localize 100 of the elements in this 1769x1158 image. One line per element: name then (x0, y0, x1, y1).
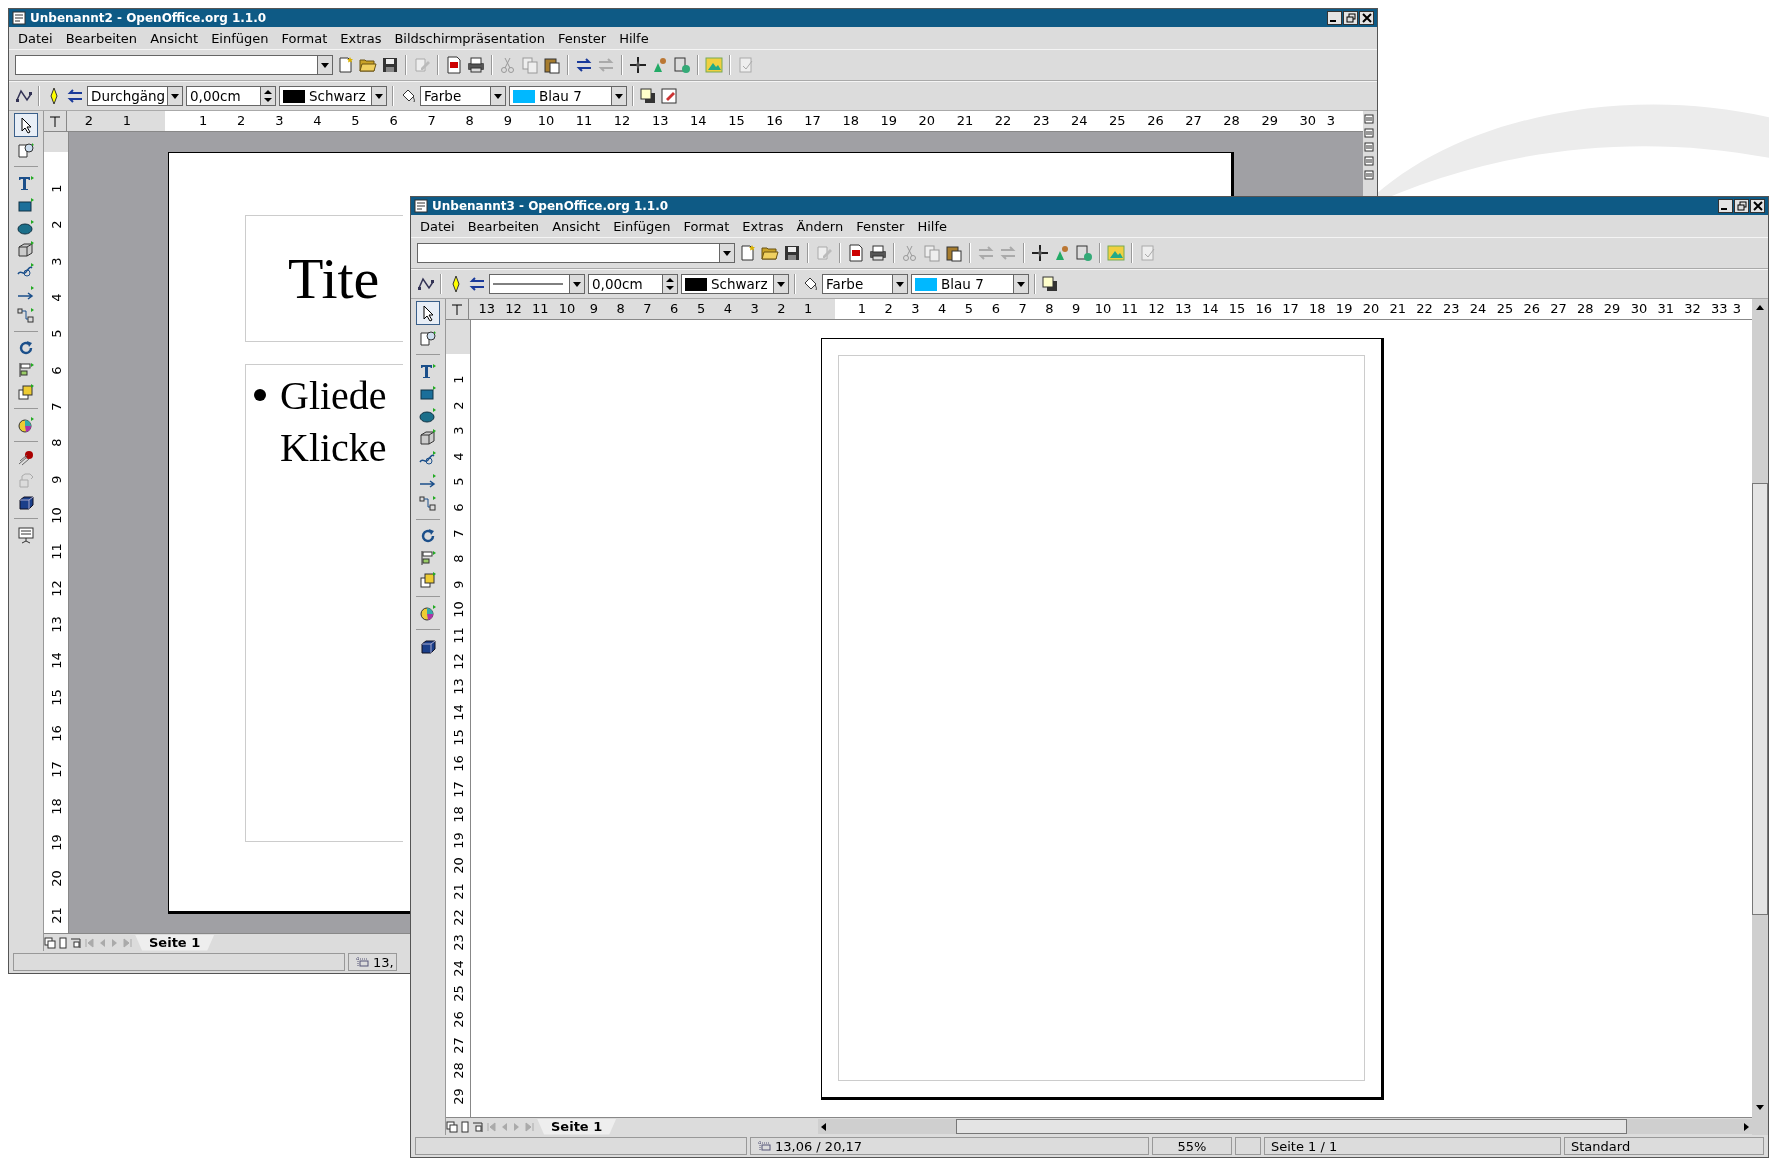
pdf-page-icon[interactable] (847, 244, 865, 262)
menu-item[interactable]: Hilfe (614, 30, 657, 46)
menu-item[interactable]: Bildschirmpräsentation (389, 30, 553, 46)
line-width-spinner[interactable]: 0,00cm (588, 274, 678, 294)
line-arrow-icon[interactable] (17, 284, 35, 302)
page-view-icon[interactable] (459, 1120, 471, 1133)
menu-item[interactable]: Bearbeiten (462, 218, 548, 234)
drawing-view-icon[interactable] (44, 936, 56, 949)
new-document-icon[interactable] (739, 244, 757, 262)
ellipse-icon[interactable] (17, 218, 35, 236)
zoom-page-icon[interactable] (419, 329, 437, 347)
pointer-tool[interactable] (14, 113, 38, 137)
menu-item[interactable]: Fenster (851, 218, 913, 234)
line-style-dropdown[interactable] (489, 274, 585, 294)
projector-screen-icon[interactable] (17, 526, 35, 544)
menu-item[interactable]: Einfügen (206, 30, 277, 46)
rectangle-icon[interactable] (17, 196, 35, 214)
shadow-icon[interactable] (639, 87, 657, 105)
swap-arrows-icon[interactable] (575, 56, 593, 74)
vertical-scrollbar[interactable] (1752, 299, 1768, 1135)
menu-item[interactable]: Ansicht (145, 30, 207, 46)
menu-item[interactable]: Extras (737, 218, 792, 234)
menu-item[interactable]: Extras (335, 30, 390, 46)
curve-icon[interactable] (17, 262, 35, 280)
page-view-icon[interactable] (57, 936, 69, 949)
zoom-page-icon[interactable] (17, 141, 35, 159)
maximize-button[interactable] (1343, 11, 1358, 25)
rectangle-icon[interactable] (419, 384, 437, 402)
crosshair-icon[interactable] (1031, 244, 1049, 262)
minimize-button[interactable] (1718, 199, 1733, 213)
arrange-icon[interactable] (17, 383, 35, 401)
open-folder-icon[interactable] (359, 56, 377, 74)
menu-item[interactable]: Datei (415, 218, 463, 234)
title-placeholder[interactable]: Tite (245, 215, 403, 342)
frame-pencil-icon[interactable] (660, 87, 678, 105)
page-tab[interactable]: Seite 1 (537, 1118, 617, 1135)
cube-icon[interactable] (17, 240, 35, 258)
page-check-icon[interactable] (1139, 244, 1157, 262)
layer-view-icon[interactable] (472, 1120, 484, 1133)
connector-icon[interactable] (17, 306, 35, 324)
area-style-dropdown[interactable]: Farbe (822, 274, 908, 294)
rotate-icon[interactable] (419, 527, 437, 545)
tab-stop-button[interactable] (44, 111, 67, 131)
view-switch-icon[interactable] (1363, 169, 1375, 181)
connector-icon[interactable] (419, 494, 437, 512)
outline-placeholder[interactable]: Gliede Klicke (245, 364, 403, 842)
page-check-icon[interactable] (737, 56, 755, 74)
menu-item[interactable]: Format (678, 218, 738, 234)
page-globe-icon[interactable] (673, 56, 691, 74)
line-arrow-icon[interactable] (419, 472, 437, 490)
menu-item[interactable]: Format (276, 30, 336, 46)
horizontal-scrollbar[interactable] (818, 1119, 1752, 1134)
close-button[interactable] (1750, 199, 1765, 213)
page-globe-icon[interactable] (1075, 244, 1093, 262)
view-switch-icon[interactable] (1363, 155, 1375, 167)
shadow-icon[interactable] (1041, 275, 1059, 293)
view-switch-icon[interactable] (1363, 113, 1375, 125)
menu-item[interactable]: Datei (13, 30, 61, 46)
maximize-button[interactable] (1734, 199, 1749, 213)
pdf-page-icon[interactable] (445, 56, 463, 74)
menu-item[interactable]: Einfügen (608, 218, 679, 234)
view-switch-icon[interactable] (1363, 141, 1375, 153)
printer-icon[interactable] (467, 56, 485, 74)
text-t-icon[interactable] (17, 174, 35, 192)
area-style-dropdown[interactable]: Farbe (420, 86, 506, 106)
layer-view-icon[interactable] (70, 936, 82, 949)
align-icon[interactable] (419, 549, 437, 567)
menu-item[interactable]: Hilfe (912, 218, 955, 234)
area-color-dropdown[interactable]: Blau 7 (509, 86, 627, 106)
page-tab[interactable]: Seite 1 (135, 934, 215, 951)
ball-trail-icon[interactable] (17, 449, 35, 467)
new-document-icon[interactable] (337, 56, 355, 74)
drawing-view-icon[interactable] (446, 1120, 458, 1133)
double-arrow-icon[interactable] (66, 87, 84, 105)
style-combo-box[interactable] (15, 55, 333, 75)
close-button[interactable] (1359, 11, 1374, 25)
line-width-spinner[interactable]: 0,00cm (186, 86, 276, 106)
line-color-dropdown[interactable]: Schwarz (681, 274, 789, 294)
polyline-icon[interactable] (417, 275, 435, 293)
menu-item[interactable]: Ändern (791, 218, 852, 234)
area-color-dropdown[interactable]: Blau 7 (911, 274, 1029, 294)
polyline-icon[interactable] (15, 87, 33, 105)
paste-icon[interactable] (945, 244, 963, 262)
paste-icon[interactable] (543, 56, 561, 74)
double-arrow-icon[interactable] (468, 275, 486, 293)
style-combo-box[interactable] (417, 243, 735, 263)
curve-icon[interactable] (419, 450, 437, 468)
pie-chart-icon[interactable] (17, 416, 35, 434)
cube-icon[interactable] (419, 428, 437, 446)
crosshair-icon[interactable] (629, 56, 647, 74)
text-t-icon[interactable] (419, 362, 437, 380)
pie-chart-icon[interactable] (419, 604, 437, 622)
menu-item[interactable]: Fenster (552, 30, 615, 46)
view-switch-icon[interactable] (1363, 127, 1375, 139)
printer-icon[interactable] (869, 244, 887, 262)
line-color-dropdown[interactable]: Schwarz (279, 86, 387, 106)
spin-arrows-icon[interactable] (662, 275, 677, 293)
arrange-icon[interactable] (419, 571, 437, 589)
spin-arrows-icon[interactable] (260, 87, 275, 105)
scroll-thumb[interactable] (955, 1119, 1628, 1134)
